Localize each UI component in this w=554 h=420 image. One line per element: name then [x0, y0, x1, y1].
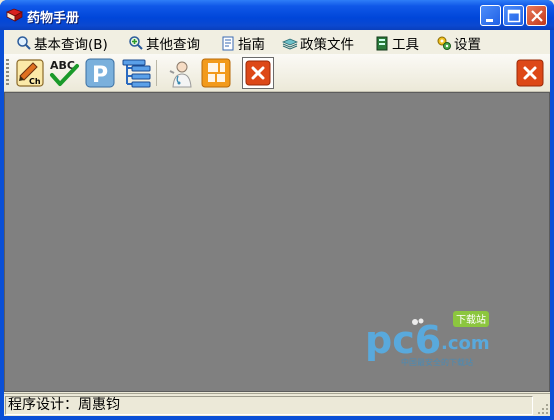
- toolbar-grip[interactable]: [6, 59, 9, 87]
- menu-other-query-label: 其他查询: [146, 36, 200, 53]
- doctor-button[interactable]: [164, 57, 196, 89]
- watermark-sub: .com: [441, 333, 490, 354]
- status-text: 程序设计：周惠钧: [5, 396, 533, 415]
- menu-tools-label: 工具: [392, 36, 419, 53]
- spell-check-button[interactable]: ABC: [48, 57, 80, 89]
- watermark-caption: 中国最安全的下载站: [401, 357, 473, 367]
- tree-icon: [122, 59, 151, 88]
- menu-other-query[interactable]: 其他查询: [128, 33, 200, 53]
- dictionary-button[interactable]: Ch: [14, 57, 46, 89]
- watermark-tag: 下载站: [456, 313, 486, 326]
- orange-tiles-icon: [201, 58, 231, 88]
- tree-view-button[interactable]: [120, 57, 152, 89]
- window-frame: 基本查询(B) 其他查询 指南 政策文件 工具 设置 Ch ABC P pc6 …: [4, 30, 550, 416]
- doctor-icon: [169, 61, 192, 88]
- minimize-icon: [486, 19, 493, 22]
- menu-guide[interactable]: 指南: [220, 33, 265, 53]
- close-x-icon: [516, 59, 544, 87]
- watermark-logo: pc6 下载站 .com 中国最安全的下载站: [365, 311, 490, 367]
- menu-policy-docs[interactable]: 政策文件: [282, 33, 354, 53]
- toolbar: Ch ABC P: [4, 54, 550, 92]
- menu-settings[interactable]: 设置: [436, 33, 481, 53]
- settings-icon: [437, 36, 451, 50]
- toolbar-separator: [156, 60, 157, 86]
- app-window: 药物手册 基本查询(B) 其他查询 指南 政策文件 工具 设置 Ch ABC P…: [0, 0, 554, 420]
- watermark-main: pc6: [365, 318, 441, 362]
- parking-button[interactable]: P: [84, 57, 116, 89]
- menu-guide-label: 指南: [238, 36, 265, 53]
- status-bar: 程序设计：周惠钧: [4, 393, 550, 416]
- svg-text:P: P: [92, 63, 108, 88]
- menu-tools[interactable]: 工具: [374, 33, 419, 53]
- close-document-button[interactable]: [242, 57, 274, 89]
- maximize-button[interactable]: [503, 5, 524, 26]
- book-app-icon: [6, 8, 23, 22]
- books-icon: [282, 38, 298, 50]
- resize-grip-icon[interactable]: [537, 403, 549, 415]
- close-button[interactable]: [526, 5, 547, 26]
- close-x-icon: [245, 60, 271, 86]
- close-icon: [531, 10, 543, 22]
- search-plus-icon: [129, 35, 143, 50]
- toolbox-icon: [376, 36, 388, 50]
- pencil-ch-icon: Ch: [16, 59, 44, 87]
- abc-check-icon: ABC: [50, 59, 79, 86]
- maximize-icon: [507, 9, 521, 23]
- svg-text:Ch: Ch: [29, 77, 41, 86]
- menu-settings-label: 设置: [454, 36, 481, 53]
- p-icon: P: [85, 58, 115, 88]
- document-icon: [222, 36, 234, 50]
- search-icon: [17, 35, 31, 50]
- minimize-button[interactable]: [480, 5, 501, 26]
- window-title: 药物手册: [27, 11, 80, 26]
- menu-basic-query-label: 基本查询(B): [34, 36, 108, 53]
- menu-bar: 基本查询(B) 其他查询 指南 政策文件 工具 设置: [4, 30, 550, 54]
- main-workspace[interactable]: pc6 下载站 .com 中国最安全的下载站: [4, 92, 550, 392]
- title-bar[interactable]: 药物手册: [0, 0, 554, 30]
- menu-basic-query[interactable]: 基本查询(B): [16, 33, 108, 53]
- menu-policy-docs-label: 政策文件: [300, 36, 354, 53]
- exit-button[interactable]: [514, 57, 546, 89]
- module-button[interactable]: [200, 57, 232, 89]
